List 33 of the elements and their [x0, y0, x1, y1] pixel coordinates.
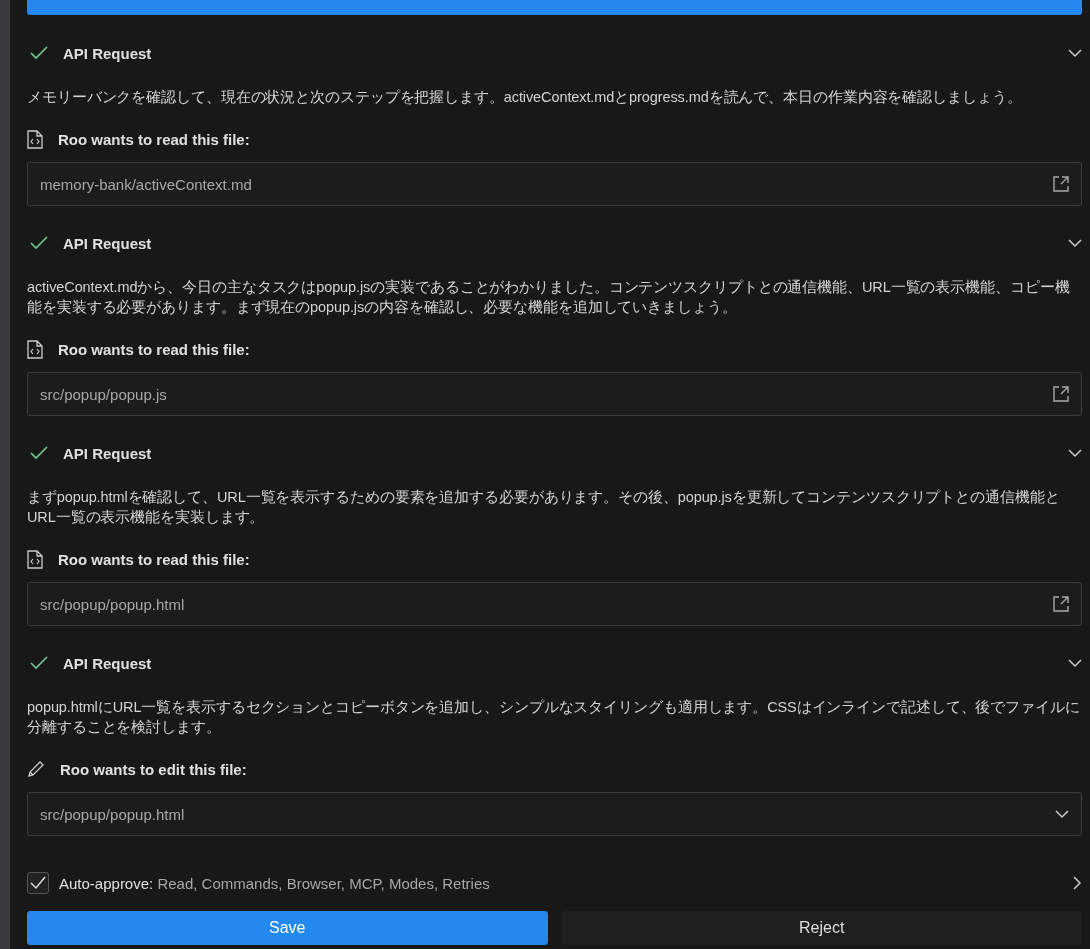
chevron-down-icon[interactable] [1055, 809, 1069, 819]
file-code-icon [27, 549, 43, 569]
auto-approve-checkbox[interactable] [27, 872, 49, 894]
tool-label: Roo wants to edit this file: [60, 760, 247, 778]
tool-label: Roo wants to read this file: [58, 550, 250, 568]
message-text: メモリーバンクを確認して、現在の状況と次のステップを把握します。activeContext.mdとprogress.mdを読んで、本日の作業内容を確認しましょう。 [27, 88, 1023, 107]
file-code-icon [27, 339, 43, 359]
chevron-right-icon[interactable] [1073, 876, 1082, 890]
message-text: popup.htmlにURL一覧を表示するセクションとコピーボタンを追加し、シンプルなスタイリングも適用します。CSSはインラインで記述して、後でファイルに分離することを検討します。 [27, 698, 1081, 737]
message-text: activeContext.mdから、今日の主なタスクはpopup.jsの実装であることがわかりました。コンテンツスクリプトとの通信機能、URL一覧の表示機能、コピー機能を実装する必要があります。まず現在のpopup.jsの内容を確認し、必要な機能を追加していきましょう。 [27, 278, 1071, 317]
file-path-field[interactable]: src/popup/popup.html [27, 792, 1082, 836]
file-path-field[interactable]: memory-bank/activeContext.md [27, 162, 1082, 206]
pencil-icon [27, 760, 45, 778]
reject-button[interactable]: Reject [561, 911, 1082, 945]
tool-label: Roo wants to read this file: [58, 130, 250, 148]
chevron-down-icon[interactable] [1068, 48, 1082, 58]
file-code-icon [27, 129, 43, 149]
save-button[interactable]: Save [27, 911, 548, 945]
section-title: API Request [63, 654, 153, 672]
chevron-down-icon[interactable] [1068, 658, 1082, 668]
section-title: API Request [63, 234, 153, 252]
auto-approve-text[interactable]: Auto-approve: Read, Commands, Browser, MCP, Modes, Retries [59, 874, 1063, 892]
chevron-down-icon[interactable] [1068, 238, 1082, 248]
section-title: API Request [63, 444, 153, 462]
chevron-down-icon[interactable] [1068, 448, 1082, 458]
external-link-icon[interactable] [1053, 596, 1069, 612]
section-title: API Request [63, 44, 153, 62]
message-text: まずpopup.htmlを確認して、URL一覧を表示するための要素を追加する必要があります。その後、popup.jsを更新してコンテンツスクリプトとの通信機能とURL一覧の表示機能を実装します。 [27, 488, 1061, 527]
external-link-icon[interactable] [1053, 386, 1069, 402]
file-path-field[interactable]: src/popup/popup.js [27, 372, 1082, 416]
tool-label: Roo wants to read this file: [58, 340, 250, 358]
external-link-icon[interactable] [1053, 176, 1069, 192]
file-path-field[interactable]: src/popup/popup.html [27, 582, 1082, 626]
